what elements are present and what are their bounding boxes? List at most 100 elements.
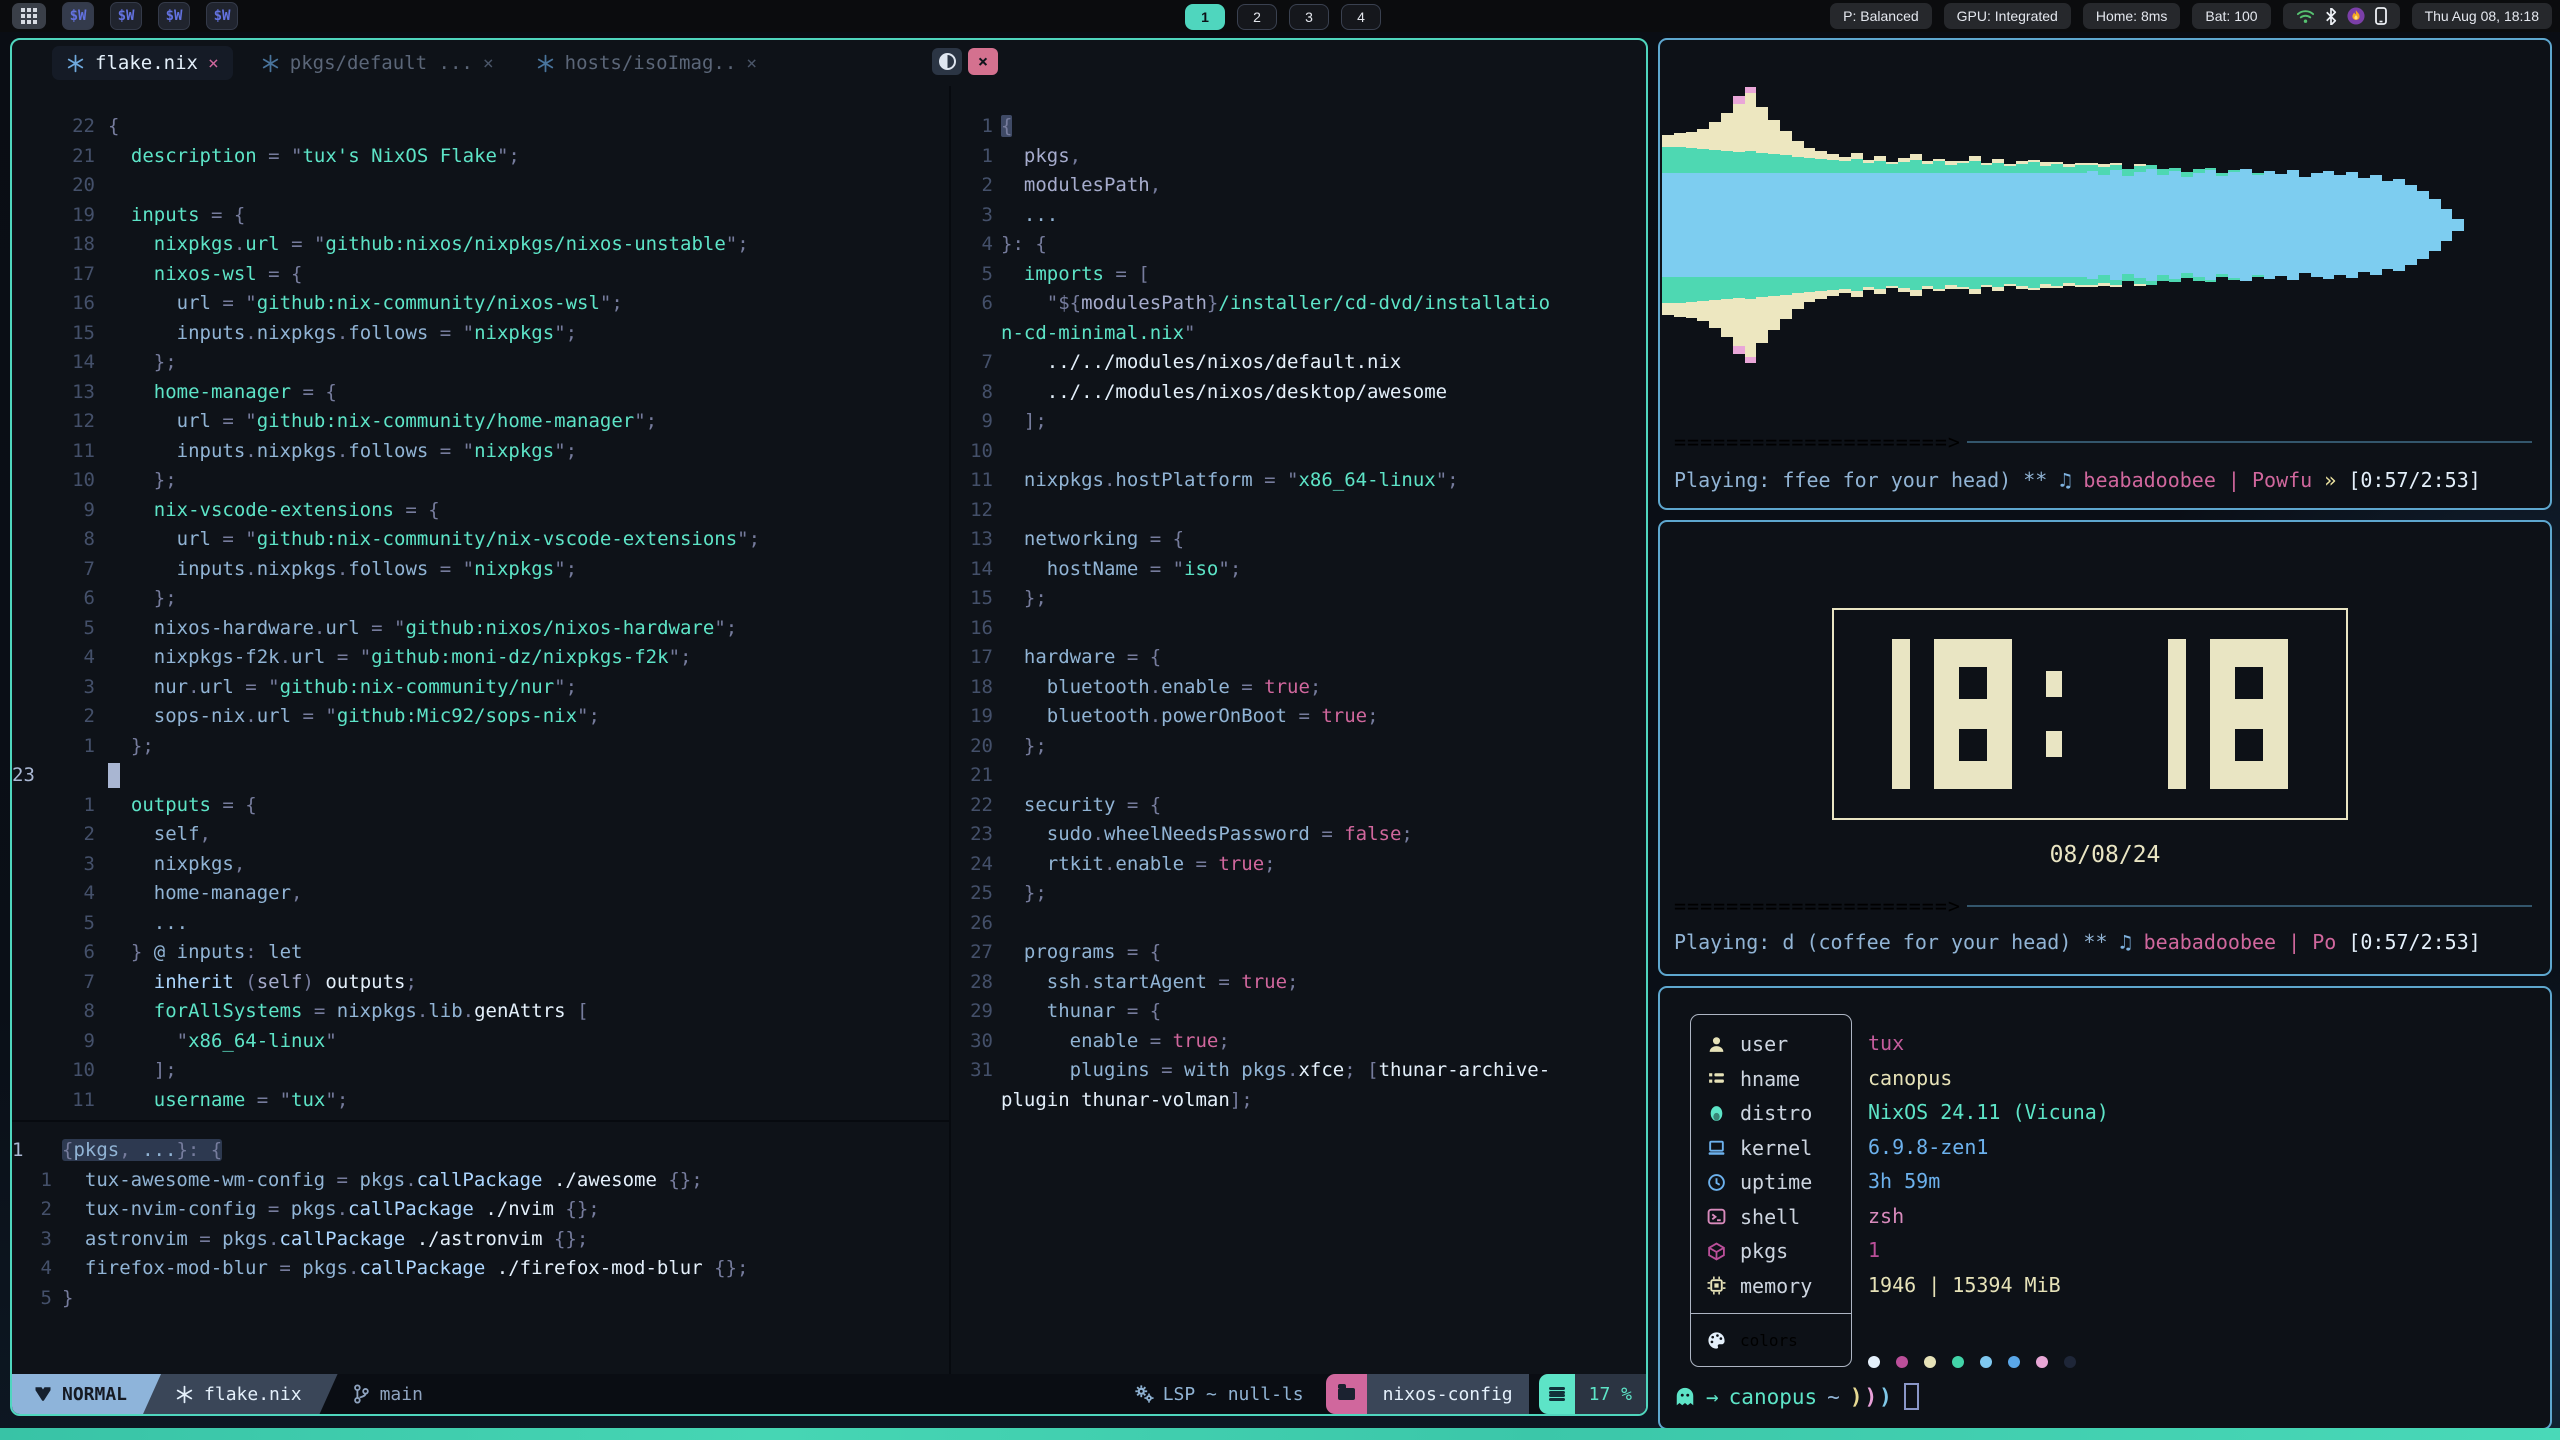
uptime-icon: [1707, 1173, 1726, 1192]
code-line: 5}: [12, 1284, 949, 1314]
code-line: 18 bluetooth.enable = true;: [955, 673, 1648, 703]
code-line: 5 ...: [12, 909, 949, 939]
user-icon: [1707, 1035, 1726, 1054]
now-playing-text-2: Playing: d (coffee for your head) ** ♫ b…: [1674, 930, 2481, 954]
bluetooth-icon: [2325, 8, 2337, 25]
music-visualizer-window[interactable]: =====================> Playing: ffee for…: [1658, 38, 2552, 510]
fetch-row-uptime: uptime: [1691, 1165, 1851, 1200]
workspace-button-4[interactable]: $W: [206, 2, 238, 30]
code-line: 9 ];: [955, 407, 1648, 437]
code-line: 19 bluetooth.powerOnBoot = true;: [955, 702, 1648, 732]
code-line: 11 nixpkgs.hostPlatform = "x86_64-linux"…: [955, 466, 1648, 496]
code-line: 21: [955, 761, 1648, 791]
color-dot-0: [1868, 1356, 1880, 1368]
code-line: 3 nur.url = "github:nix-community/nur";: [12, 673, 949, 703]
color-dot-1: [1896, 1356, 1908, 1368]
fetch-terminal-window[interactable]: userhnamedistrokerneluptimeshellpkgsmemo…: [1658, 986, 2552, 1430]
code-line: 26: [955, 909, 1648, 939]
music-progress-separator: =====================>: [1674, 430, 2532, 454]
nix-snowflake-icon: [261, 54, 280, 73]
code-line: 16 url = "github:nix-community/nixos-wsl…: [12, 289, 949, 319]
color-dot-7: [2064, 1356, 2076, 1368]
code-line: 7 inherit (self) outputs;: [12, 968, 949, 998]
buffer-tab-pkgs/default ...[interactable]: pkgs/default ...×: [247, 46, 508, 80]
wifi-icon: [2296, 8, 2315, 24]
ghost-icon: [1674, 1386, 1696, 1408]
code-line: 31 plugins = with pkgs.xfce; [thunar-arc…: [955, 1056, 1648, 1086]
code-line: 17 hardware = {: [955, 643, 1648, 673]
clock-window[interactable]: 08/08/24 =====================> Playing:…: [1658, 520, 2552, 976]
app-launcher-button[interactable]: [12, 3, 46, 29]
phone-icon: [2375, 7, 2387, 25]
code-line: 8 ../../modules/nixos/desktop/awesome: [955, 378, 1648, 408]
topbar-tag-4[interactable]: 4: [1341, 4, 1381, 30]
code-line: 9 nix-vscode-extensions = {: [12, 496, 949, 526]
editor-pane-iso-image[interactable]: 1{1 pkgs,2 modulesPath,3 ...4}: {5 impor…: [951, 86, 1648, 1404]
close-buffer-icon[interactable]: ×: [208, 53, 219, 74]
colors-label: colors: [1740, 1331, 1798, 1350]
window-close-button[interactable]: ×: [968, 48, 998, 75]
nix-snowflake-icon: [66, 54, 85, 73]
editor-pane-flake-nix[interactable]: 22{21 description = "tux's NixOS Flake";…: [12, 86, 949, 1146]
nix-snowflake-icon: [536, 54, 555, 73]
vim-icon: [34, 1385, 52, 1403]
fetch-row-pkgs: pkgs: [1691, 1234, 1851, 1269]
gears-icon: [1133, 1384, 1155, 1404]
theme-toggle-button[interactable]: [932, 48, 962, 75]
status-pill-1: GPU: Integrated: [1944, 3, 2071, 29]
distro-icon: [1707, 1104, 1726, 1123]
fetch-value-distro: NixOS 24.11 (Vicuna): [1868, 1095, 2109, 1130]
code-line: 14 };: [12, 348, 949, 378]
code-line: 27 programs = {: [955, 938, 1648, 968]
project-name: nixos-config: [1367, 1374, 1529, 1414]
topbar-tag-3[interactable]: 3: [1289, 4, 1329, 30]
fetch-row-shell: shell: [1691, 1200, 1851, 1235]
fetch-labels-box: userhnamedistrokerneluptimeshellpkgsmemo…: [1690, 1014, 1852, 1367]
code-line: 7 ../../modules/nixos/default.nix: [955, 348, 1648, 378]
terminal-cursor: [1904, 1383, 1919, 1410]
mode-indicator: NORMAL: [12, 1374, 161, 1414]
prompt-host: canopus: [1729, 1385, 1818, 1409]
topbar-tag-1[interactable]: 1: [1185, 4, 1225, 30]
close-buffer-icon[interactable]: ×: [746, 53, 757, 74]
fetch-row-memory: memory: [1691, 1269, 1851, 1304]
buffer-tab-hosts/isoImag..[interactable]: hosts/isoImag..×: [522, 46, 771, 80]
color-dot-2: [1924, 1356, 1936, 1368]
palette-icon: [1707, 1331, 1726, 1350]
clock-date: 08/08/24: [1660, 842, 2550, 868]
code-line: 13 home-manager = {: [12, 378, 949, 408]
fetch-value-pkgs: 1: [1868, 1233, 2109, 1268]
progress-badge: [1539, 1374, 1575, 1414]
code-line: 29 thunar = {: [955, 997, 1648, 1027]
terminal-color-dots: [1868, 1356, 2076, 1368]
hostname-icon: [1707, 1069, 1726, 1088]
code-line: 12 url = "github:nix-community/home-mana…: [12, 407, 949, 437]
code-line: 19 inputs = {: [12, 201, 949, 231]
shell-prompt[interactable]: → canopus ~ ))): [1674, 1383, 1919, 1410]
system-tray[interactable]: [2283, 3, 2400, 29]
code-line: 11 username = "tux";: [12, 1086, 949, 1116]
code-line: 7 inputs.nixpkgs.follows = "nixpkgs";: [12, 555, 949, 585]
code-line: 1 pkgs,: [955, 142, 1648, 172]
status-pills: P: BalancedGPU: IntegratedHome: 8msBat: …: [1830, 3, 2552, 29]
neovim-window[interactable]: flake.nix× pkgs/default ...× hosts/isoImag…: [10, 38, 1648, 1416]
code-line: 16: [955, 614, 1648, 644]
color-dot-3: [1952, 1356, 1964, 1368]
code-line: 18 nixpkgs.url = "github:nixos/nixpkgs/n…: [12, 230, 949, 260]
prompt-chevrons: ))): [1850, 1385, 1894, 1409]
close-buffer-icon[interactable]: ×: [483, 53, 494, 74]
workspace-button-1[interactable]: $W: [62, 2, 94, 30]
status-pill-3: Bat: 100: [2192, 3, 2270, 29]
memory-icon: [1707, 1276, 1726, 1295]
fetch-value-uptime: 3h 59m: [1868, 1164, 2109, 1199]
status-pill-2: Home: 8ms: [2083, 3, 2181, 29]
buffer-tab-flake.nix[interactable]: flake.nix×: [52, 46, 233, 80]
workspace-button-2[interactable]: $W: [110, 2, 142, 30]
editor-pane-pkgs-default[interactable]: 1{pkgs, ...}: {1 tux-awesome-wm-config =…: [12, 1122, 949, 1392]
topbar-tag-2[interactable]: 2: [1237, 4, 1277, 30]
code-line: 28 ssh.startAgent = true;: [955, 968, 1648, 998]
code-line: 8 forAllSystems = nixpkgs.lib.genAttrs [: [12, 997, 949, 1027]
prompt-path: ~: [1827, 1385, 1840, 1409]
workspace-button-3[interactable]: $W: [158, 2, 190, 30]
code-line: 3 astronvim = pkgs.callPackage ./astronv…: [12, 1225, 949, 1255]
